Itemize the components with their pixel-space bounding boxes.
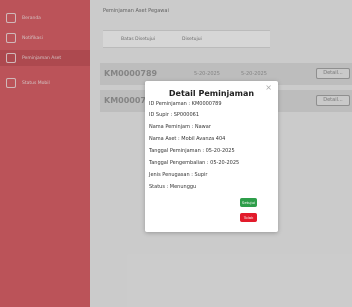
field-assignment-type: Jenis Penugasan : Supir [149, 172, 208, 178]
field-loan-id: ID Peminjaman : KM0000789 [149, 101, 222, 107]
detail-modal: × Detail Peminjaman ID Peminjaman : KM00… [145, 81, 278, 232]
reject-button[interactable]: Tolak [240, 213, 257, 222]
approve-button[interactable]: Setujui [240, 198, 257, 207]
field-return-date: Tanggal Pengembalian : 05-20-2025 [149, 160, 240, 166]
field-loan-date: Tanggal Peminjaman : 05-20-2025 [149, 148, 235, 154]
field-borrower-name: Nama Peminjam : Nawar [149, 124, 211, 130]
modal-title: Detail Peminjaman [168, 89, 255, 98]
field-asset-name: Nama Aset : Mobil Avanza 404 [149, 136, 226, 142]
field-status: Status : Menunggu [149, 184, 197, 190]
field-driver-id: ID Supir : SP000061 [149, 112, 200, 118]
